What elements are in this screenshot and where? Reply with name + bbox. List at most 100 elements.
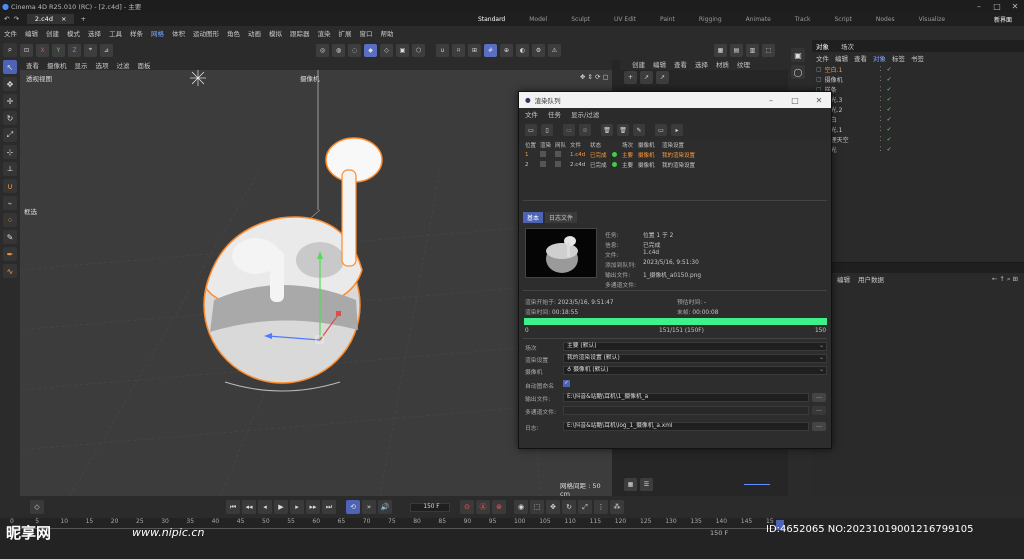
menu-item-12[interactable]: 模拟 (269, 28, 282, 38)
job-render-checkbox[interactable] (540, 151, 555, 159)
play-button[interactable]: ▶ (274, 500, 288, 514)
layout-tab-6[interactable]: Animate (734, 16, 783, 23)
rq-subtab-0[interactable]: 基本 (523, 211, 544, 223)
layout-tab-8[interactable]: Script (822, 16, 863, 23)
y-axis-lock-icon[interactable]: Y (52, 43, 65, 57)
rotation-key-icon[interactable]: ↻ (562, 500, 576, 514)
viewport-menu-item-3[interactable]: 选项 (96, 60, 109, 70)
enabled-check-icon[interactable]: ✓ (887, 106, 892, 113)
enabled-check-icon[interactable]: ✓ (887, 66, 892, 73)
rq-menu-item-0[interactable]: 文件 (525, 109, 538, 119)
stop-icon[interactable]: ⊘ (579, 124, 591, 136)
attr-tab-1[interactable]: 编辑 (837, 274, 850, 284)
layout-tab-5[interactable]: Rigging (687, 16, 734, 23)
object-row[interactable]: ▢灯光⁚✓ (812, 144, 1024, 154)
attr-tab-2[interactable]: 用户数据 (858, 274, 884, 284)
magnet-snap-icon[interactable]: ∪ (436, 43, 449, 57)
render-to-picture-viewer-icon[interactable]: ▤ (730, 43, 743, 57)
visibility-dots-icon[interactable]: ⁚ (880, 126, 882, 133)
object-menu-item-4[interactable]: 标签 (892, 53, 905, 63)
enabled-check-icon[interactable]: ✓ (887, 86, 892, 93)
visibility-dots-icon[interactable]: ⁚ (880, 116, 882, 123)
magnet-icon[interactable]: ∪ (3, 179, 17, 193)
motion-record-icon[interactable]: ◉ (514, 500, 528, 514)
layout-tab-2[interactable]: Sculpt (559, 16, 602, 23)
prev-key-icon[interactable]: ◂◂ (242, 500, 256, 514)
material-menu-item-0[interactable]: 创建 (632, 59, 645, 69)
auto-key-icon[interactable]: Ⓐ (476, 500, 490, 514)
x-axis-lock-icon[interactable]: X (36, 43, 49, 57)
rq-close-button[interactable]: ✕ (807, 96, 831, 105)
camera-select[interactable]: ♁ 摄像机 (默认) ⌄ (563, 366, 827, 375)
object-menu-item-1[interactable]: 编辑 (835, 53, 848, 63)
rq-menu-item-2[interactable]: 显示/过滤 (571, 109, 599, 119)
next-key-icon[interactable]: ▸▸ (306, 500, 320, 514)
log-file-field[interactable]: E:\抖音&站酷\耳机\log_1_摄像机_a.xml (563, 422, 809, 431)
menu-item-11[interactable]: 动画 (248, 28, 261, 38)
redo-icon[interactable]: ↷ (13, 15, 18, 23)
menu-item-6[interactable]: 样条 (130, 28, 143, 38)
enabled-check-icon[interactable]: ✓ (887, 146, 892, 153)
menu-item-16[interactable]: 窗口 (360, 28, 373, 38)
menu-item-8[interactable]: 体积 (172, 28, 185, 38)
param-key-icon[interactable]: ⋮ (594, 500, 608, 514)
object-row[interactable]: ▢空白⁚✓ (812, 114, 1024, 124)
prev-frame-icon[interactable]: ◂ (258, 500, 272, 514)
grid-snap-icon[interactable]: # (484, 43, 497, 57)
grid-view-icon[interactable]: ▦ (624, 478, 637, 491)
model-mode-icon[interactable]: ◎ (316, 43, 329, 57)
z-axis-lock-icon[interactable]: Z (68, 43, 81, 57)
quantize-icon[interactable]: ⊕ (500, 43, 513, 57)
menu-item-1[interactable]: 编辑 (25, 28, 38, 38)
points-icon[interactable]: ⁘ (3, 213, 17, 227)
frame-field[interactable]: 150 F (410, 502, 450, 512)
polygon-mode-icon[interactable]: ◆ (364, 43, 377, 57)
menu-item-4[interactable]: 选择 (88, 28, 101, 38)
transform-tool-icon[interactable]: ⊹ (3, 145, 17, 159)
pla-key-icon[interactable]: ⁂ (610, 500, 624, 514)
viewport-nav-icons[interactable]: ✥ ⇕ ⟳ ▢ (580, 73, 609, 81)
layout-tab-10[interactable]: Visualize (907, 16, 957, 23)
layout-tab-4[interactable]: Paint (648, 16, 687, 23)
menu-item-3[interactable]: 模式 (67, 28, 80, 38)
visibility-dots-icon[interactable]: ⁚ (880, 146, 882, 153)
coord-icon[interactable]: ⊡ (20, 43, 33, 57)
viewport-menu-item-4[interactable]: 过滤 (117, 60, 130, 70)
delete-icon[interactable]: 🗑 (601, 124, 613, 136)
monitor-icon[interactable]: ▭ (655, 124, 667, 136)
enabled-check-icon[interactable]: ✓ (887, 76, 892, 83)
key-selection-icon[interactable]: ⊛ (492, 500, 506, 514)
viewport-menu-item-0[interactable]: 查看 (26, 60, 39, 70)
add-job-icon[interactable]: ▭ (563, 124, 575, 136)
object-row[interactable]: ▢ 空白.1 ⁚ ✓ (812, 64, 1024, 74)
menu-item-17[interactable]: 帮助 (381, 28, 394, 38)
visibility-dots-icon[interactable]: ⁚ (880, 136, 882, 143)
job-render-checkbox[interactable] (540, 161, 555, 169)
sphere-icon[interactable]: ◯ (791, 65, 805, 79)
visibility-dots-icon[interactable]: ⁚ (880, 76, 882, 83)
undo-icon[interactable]: ↶ (4, 15, 9, 23)
menu-item-14[interactable]: 渲染 (318, 28, 331, 38)
job-net-checkbox[interactable] (555, 151, 570, 159)
open-file-icon[interactable]: ▯ (541, 124, 553, 136)
points-mode-icon[interactable]: ◌ (348, 43, 361, 57)
next-frame-icon[interactable]: ▸ (290, 500, 304, 514)
list-view-icon[interactable]: ☰ (640, 478, 653, 491)
menu-item-13[interactable]: 跟踪器 (290, 28, 310, 38)
object-menu-item-2[interactable]: 查看 (854, 53, 867, 63)
arrow-icon[interactable]: ↗ (640, 70, 653, 84)
redshift-icon[interactable]: ⬚ (762, 43, 775, 57)
job-net-checkbox[interactable] (555, 161, 570, 169)
object-menu-item-0[interactable]: 文件 (816, 53, 829, 63)
speed-icon[interactable]: » (362, 500, 376, 514)
multipass-field[interactable] (563, 406, 809, 415)
edit-icon[interactable]: ✎ (633, 124, 645, 136)
doc-tab[interactable]: 2.c4d × (26, 14, 75, 24)
rq-job-row[interactable]: 2 2.c4d 已完成 主要 摄像机 我的渲染设置 (519, 160, 831, 170)
live-select-icon[interactable]: ✥ (3, 77, 17, 91)
log-browse-button[interactable]: … (812, 422, 826, 431)
loop-icon[interactable]: ⟲ (346, 500, 360, 514)
render-active-view-icon[interactable]: ▦ (714, 43, 727, 57)
object-mode-icon[interactable]: ⬡ (412, 43, 425, 57)
object-menu-item-5[interactable]: 书签 (911, 53, 924, 63)
